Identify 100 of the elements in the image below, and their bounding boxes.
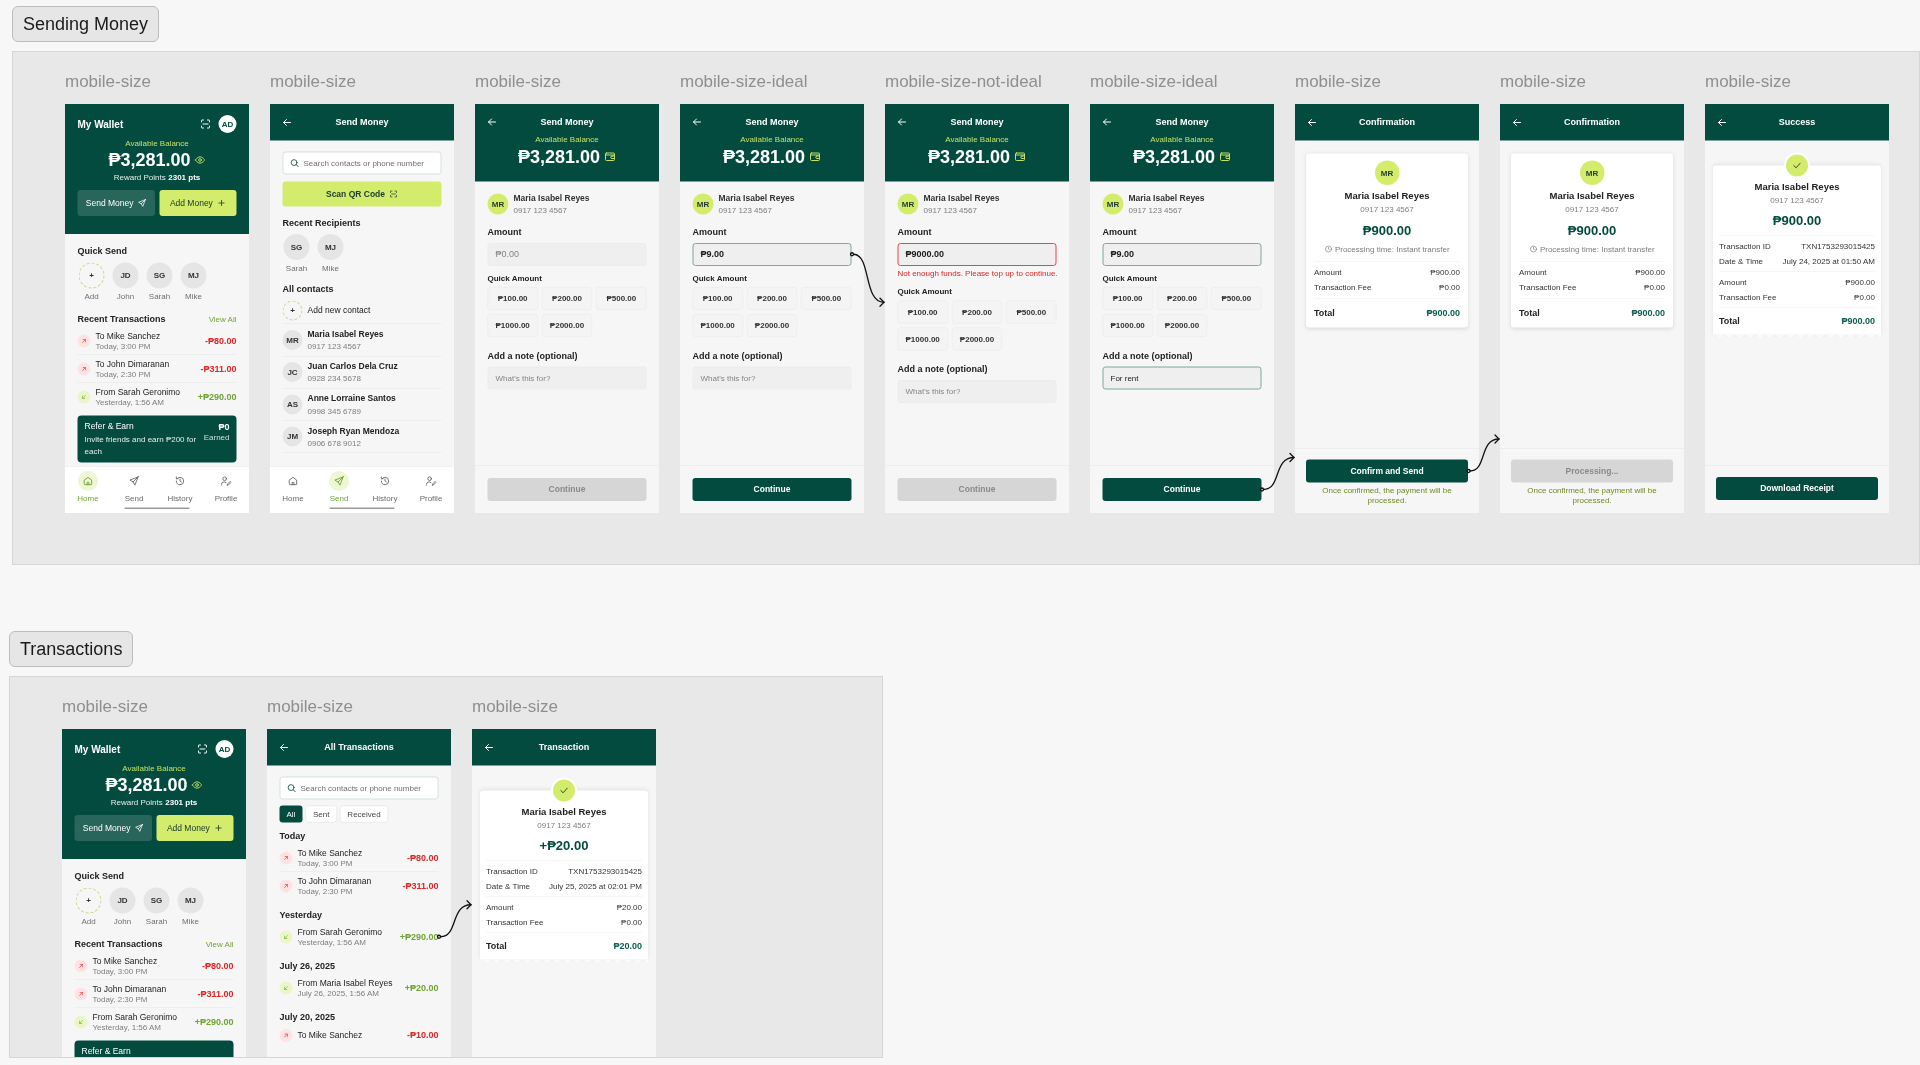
nav-tab[interactable]: Profile: [203, 471, 249, 504]
group-heading: July 26, 2025: [279, 960, 337, 973]
section-heading: Recent Transactions: [77, 313, 166, 326]
user-avatar[interactable]: AD: [215, 740, 234, 758]
quick-amount-chip[interactable]: ₱1000.00: [1102, 313, 1153, 337]
frame-label: mobile-size: [1705, 72, 1792, 92]
balance-amount: ₱3,281.00: [108, 149, 191, 171]
contact-avatar[interactable]: SG: [146, 262, 173, 289]
quick-amount-chip[interactable]: ₱100.00: [487, 286, 538, 310]
search-field[interactable]: Search contacts or phone number: [282, 151, 442, 175]
filter-tab[interactable]: Received: [339, 805, 389, 823]
field-label: Quick Amount: [692, 272, 748, 284]
primary-button[interactable]: Continue: [1102, 478, 1262, 501]
screen-title: Send Money: [539, 115, 595, 129]
nav-tab[interactable]: History: [157, 471, 203, 504]
quick-amount-chip[interactable]: ₱2000.00: [951, 327, 1003, 351]
transaction-row[interactable]: To Mike Sanchez -₱10.00: [279, 1025, 439, 1046]
recipient-phone: 0917 123 4567: [718, 204, 773, 217]
group-heading: Yesterday: [279, 909, 324, 922]
transaction-row[interactable]: To Mike Sanchez Today, 3:00 PM -₱80.00: [77, 327, 237, 355]
contact-avatar[interactable]: SG: [283, 234, 310, 260]
group-heading: July 20, 2025: [279, 1011, 337, 1024]
filter-tab[interactable]: Sent: [305, 805, 337, 823]
quick-amount-chip[interactable]: ₱1000.00: [692, 313, 743, 337]
primary-button[interactable]: Continue: [692, 478, 852, 501]
nav-tab[interactable]: Send: [111, 471, 157, 504]
contact-avatar[interactable]: SG: [143, 887, 170, 914]
quick-amount-chip[interactable]: ₱100.00: [897, 300, 948, 324]
primary-button[interactable]: Download Receipt: [1716, 477, 1878, 500]
detail-value: ₱0.00: [1439, 281, 1460, 294]
contact-row[interactable]: JC Juan Carlos Dela Cruz 0928 234 5678: [282, 356, 442, 389]
transaction-row[interactable]: From Maria Isabel Reyes July 26, 2025, 1:56 AM +₱20.00: [279, 974, 439, 1002]
add-money-button[interactable]: Add Money: [159, 190, 237, 216]
reward-label: Reward Points: [110, 796, 163, 808]
contact-avatar[interactable]: JD: [109, 887, 136, 914]
quick-amount-chip[interactable]: ₱200.00: [746, 286, 798, 310]
send-money-button[interactable]: Send Money: [77, 190, 155, 216]
quick-amount-chip[interactable]: ₱1000.00: [897, 327, 948, 351]
filter-tab[interactable]: All: [279, 805, 303, 823]
primary-button[interactable]: Confirm and Send: [1306, 459, 1468, 483]
transaction-title: To John Dimaranan: [95, 358, 170, 369]
quick-amount-chip[interactable]: ₱200.00: [1156, 286, 1208, 310]
contact-name: Mike: [182, 916, 199, 928]
search-field[interactable]: Search contacts or phone number: [279, 776, 439, 800]
amount-field[interactable]: ₱9000.00: [897, 242, 1057, 266]
field-label: Add a note (optional): [692, 349, 784, 363]
transaction-row[interactable]: To Mike Sanchez Today, 3:00 PM -₱80.00: [74, 952, 234, 980]
nav-tab[interactable]: Profile: [408, 471, 454, 504]
quick-amount-chip[interactable]: ₱200.00: [951, 300, 1003, 324]
note-field[interactable]: For rent: [1102, 366, 1262, 390]
transaction-row[interactable]: To John Dimaranan Today, 2:30 PM -₱311.00: [279, 872, 439, 900]
contact-row[interactable]: JM Joseph Ryan Mendoza 0906 678 9012: [282, 420, 442, 453]
scan-qr-button[interactable]: Scan QR Code: [282, 181, 442, 207]
transaction-row[interactable]: From Sarah Geronimo Yesterday, 1:56 AM +₱290.00: [77, 383, 237, 411]
contact-row[interactable]: AS Anne Lorraine Santos 0998 345 6789: [282, 388, 442, 421]
recipient-name: Maria Isabel Reyes: [923, 192, 1000, 205]
wallet-title: My Wallet: [74, 742, 121, 757]
transaction-row[interactable]: To John Dimaranan Today, 2:30 PM -₱311.00: [77, 355, 237, 383]
quick-amount-chip[interactable]: ₱2000.00: [746, 313, 798, 337]
total-value: ₱900.00: [1631, 306, 1665, 320]
contact-avatar[interactable]: MJ: [317, 234, 344, 260]
transaction-title: From Maria Isabel Reyes: [297, 977, 393, 988]
amount-field[interactable]: ₱9.00: [1102, 242, 1262, 266]
transaction-row[interactable]: To Mike Sanchez Today, 3:00 PM -₱80.00: [279, 844, 439, 872]
quick-amount-chip[interactable]: ₱1000.00: [487, 313, 538, 337]
add-contact-row[interactable]: + Add new contact: [282, 297, 442, 324]
detail-label: Amount: [1314, 266, 1342, 279]
amount-field[interactable]: ₱9.00: [692, 242, 852, 266]
quick-amount-chip[interactable]: ₱2000.00: [1156, 313, 1208, 337]
quick-amount-chip[interactable]: ₱500.00: [596, 286, 647, 310]
contact-avatar[interactable]: JD: [112, 262, 139, 289]
quick-amount-chip[interactable]: ₱500.00: [801, 286, 852, 310]
recipient-phone: 0917 123 4567: [537, 819, 591, 831]
quick-amount-chip[interactable]: ₱200.00: [541, 286, 593, 310]
quick-amount-chip[interactable]: ₱100.00: [1102, 286, 1153, 310]
field-label: Add a note (optional): [487, 349, 579, 363]
balance-amount: ₱3,281.00: [517, 145, 601, 168]
transaction-row[interactable]: From Sarah Geronimo Yesterday, 1:56 AM +₱290.00: [279, 923, 439, 951]
balance-label: Available Balance: [121, 762, 187, 774]
field-label: Quick Amount: [487, 272, 543, 284]
add-money-button[interactable]: Add Money: [156, 815, 234, 841]
transfer-amount: ₱900.00: [1362, 221, 1412, 240]
quick-amount-chip[interactable]: ₱500.00: [1006, 300, 1057, 324]
quick-amount-chip[interactable]: ₱500.00: [1211, 286, 1262, 310]
transaction-time: Yesterday, 1:56 AM: [297, 937, 367, 947]
nav-tab[interactable]: Home: [270, 471, 316, 504]
contact-avatar[interactable]: MJ: [177, 887, 204, 914]
transaction-row[interactable]: From Sarah Geronimo Yesterday, 1:56 AM +₱290.00: [74, 1008, 234, 1036]
send-money-button[interactable]: Send Money: [74, 815, 152, 841]
user-avatar[interactable]: AD: [218, 115, 237, 133]
contact-row[interactable]: MR Maria Isabel Reyes 0917 123 4567: [282, 324, 442, 357]
transaction-amount: +₱20.00: [404, 981, 439, 995]
detail-value: ₱900.00: [1635, 266, 1665, 279]
quick-amount-chip[interactable]: ₱2000.00: [541, 313, 593, 337]
contact-avatar[interactable]: MJ: [180, 262, 207, 289]
nav-tab[interactable]: History: [362, 471, 408, 504]
quick-amount-chip[interactable]: ₱100.00: [692, 286, 743, 310]
transaction-row[interactable]: To John Dimaranan Today, 2:30 PM -₱311.00: [74, 980, 234, 1008]
detail-label: Date & Time: [486, 880, 530, 892]
recipient-name: Maria Isabel Reyes: [1549, 189, 1635, 203]
